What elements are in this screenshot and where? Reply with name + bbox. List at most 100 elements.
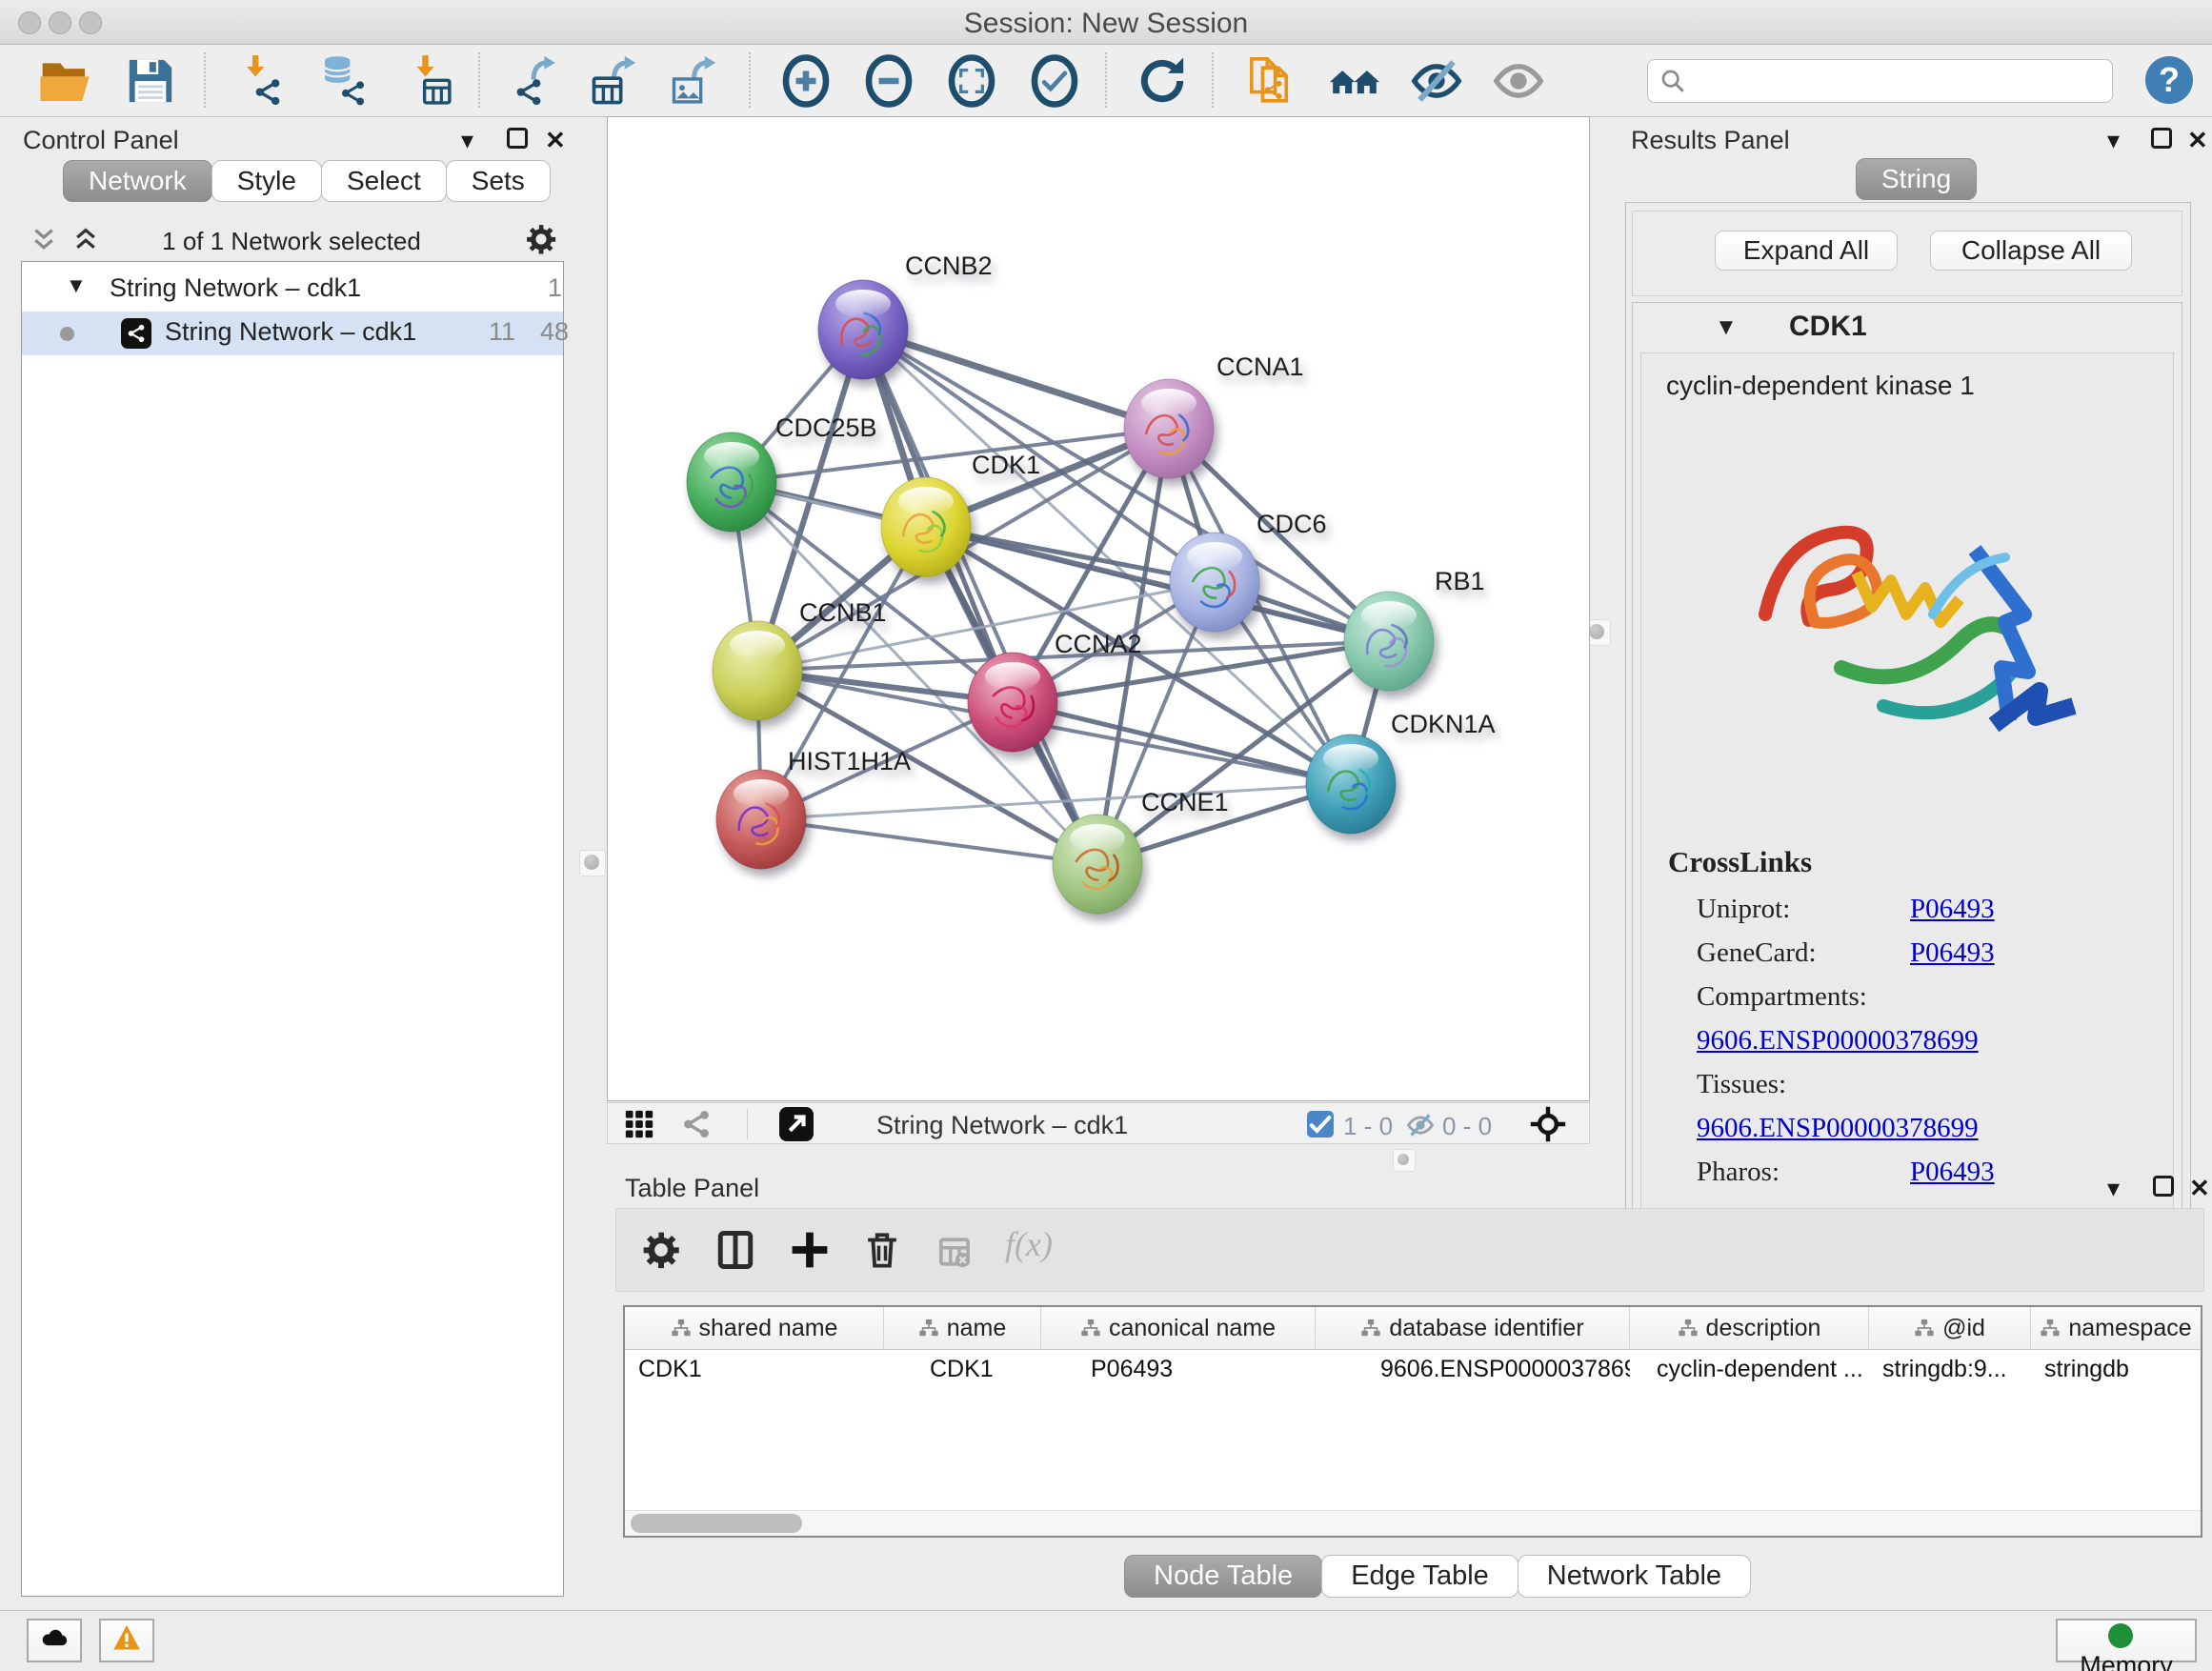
export-image-button[interactable] <box>665 52 722 110</box>
network-node-ccna2[interactable]: CCNA2 <box>968 630 1142 752</box>
network-node-cdkn1a[interactable]: CDKN1A <box>1306 710 1496 834</box>
expand-all-button[interactable]: Expand All <box>1715 231 1898 271</box>
birds-eye-view-button[interactable] <box>623 1108 655 1140</box>
column-header-database-identifier[interactable]: database identifier <box>1316 1307 1630 1349</box>
function-builder-button[interactable]: f(x) <box>1005 1224 1053 1264</box>
results-close-button[interactable]: ✕ <box>2187 128 2208 152</box>
results-float-button[interactable] <box>2151 128 2172 149</box>
network-node-cdc25b[interactable]: CDC25B <box>687 413 877 532</box>
tab-style[interactable]: Style <box>211 160 322 202</box>
delete-table-button[interactable] <box>936 1236 973 1268</box>
help-button[interactable]: ? <box>2145 56 2193 104</box>
import-network-button[interactable] <box>232 52 290 110</box>
zoom-out-button[interactable] <box>860 52 917 110</box>
network-node-ccnb1[interactable]: CCNB1 <box>713 598 887 720</box>
warnings-button[interactable] <box>99 1619 154 1662</box>
column-header-id[interactable]: @id <box>1869 1307 2031 1349</box>
collapse-all-button[interactable]: Collapse All <box>1930 231 2132 271</box>
horizontal-scrollbar[interactable] <box>625 1510 2201 1536</box>
cell-canonical-name[interactable]: P06493 <box>1041 1350 1316 1390</box>
network-edge[interactable] <box>863 330 1169 429</box>
table-row[interactable]: CDK1 CDK1 P06493 9606.ENSP00000378699 cy… <box>625 1350 2201 1390</box>
network-overview-button[interactable] <box>680 1108 713 1140</box>
network-node-ccne1[interactable]: CCNE1 <box>1053 788 1229 914</box>
zoom-in-button[interactable] <box>777 52 835 110</box>
results-menu-button[interactable]: ▾ <box>2107 128 2120 152</box>
network-graph[interactable]: CCNB2CCNA1CDC25BCDK1CDC6RB1CCNB1CCNA2CDK… <box>608 117 1589 1100</box>
cell-shared-name[interactable]: CDK1 <box>625 1350 884 1390</box>
network-edge[interactable] <box>1013 702 1351 784</box>
open-in-new-window-button[interactable] <box>779 1107 814 1141</box>
network-options-gear-button[interactable] <box>524 223 558 257</box>
cloud-status-button[interactable] <box>27 1619 82 1662</box>
protein-structure-image <box>1708 439 2089 820</box>
selected-checkbox-icon[interactable] <box>1307 1111 1334 1137</box>
cell-id[interactable]: stringdb:9... <box>1869 1350 2031 1390</box>
cell-database-identifier[interactable]: 9606.ENSP00000378699 <box>1316 1350 1630 1390</box>
hide-selected-button[interactable] <box>1408 52 1465 110</box>
import-network-from-database-button[interactable] <box>314 52 372 110</box>
fit-content-button[interactable] <box>943 52 1000 110</box>
export-network-button[interactable] <box>507 52 564 110</box>
network-edge[interactable] <box>761 819 1097 864</box>
export-image-icon <box>667 54 720 108</box>
panel-close-button[interactable]: ✕ <box>545 128 566 152</box>
network-node-ccna1[interactable]: CCNA1 <box>1124 352 1304 478</box>
cell-description[interactable]: cyclin-dependent ... <box>1630 1350 1869 1390</box>
import-table-button[interactable] <box>400 52 457 110</box>
refresh-button[interactable] <box>1134 52 1191 110</box>
column-header-namespace[interactable]: namespace <box>2031 1307 2201 1349</box>
home-button[interactable] <box>1326 52 1383 110</box>
clone-network-button[interactable] <box>1240 52 1297 110</box>
create-column-button[interactable] <box>790 1230 830 1270</box>
tab-select[interactable]: Select <box>321 160 447 202</box>
column-header-canonical-name[interactable]: canonical name <box>1041 1307 1316 1349</box>
open-session-button[interactable] <box>36 52 93 110</box>
cell-name[interactable]: CDK1 <box>884 1350 1041 1390</box>
zoom-selected-button[interactable] <box>1026 52 1083 110</box>
network-row-selected[interactable]: String Network – cdk1 11 48 <box>22 312 563 355</box>
save-session-button[interactable] <box>122 52 179 110</box>
table-options-gear-button[interactable] <box>641 1230 681 1270</box>
column-header-shared-name[interactable]: shared name <box>625 1307 884 1349</box>
collection-expander-icon[interactable]: ▼ <box>66 273 87 298</box>
cell-namespace[interactable]: stringdb <box>2031 1350 2201 1390</box>
tab-network-table[interactable]: Network Table <box>1518 1555 1751 1598</box>
column-header-name[interactable]: name <box>884 1307 1041 1349</box>
crosslink-uniprot[interactable]: P06493 <box>1910 894 1995 924</box>
export-table-button[interactable] <box>585 52 642 110</box>
database-import-icon <box>316 54 370 108</box>
fit-selected-button[interactable] <box>1530 1106 1566 1142</box>
column-header-description[interactable]: description <box>1630 1307 1869 1349</box>
memory-button[interactable]: Memory <box>2056 1619 2197 1662</box>
scrollbar-thumb[interactable] <box>631 1514 802 1533</box>
panel-menu-button[interactable]: ▾ <box>461 128 473 152</box>
left-splitter-handle[interactable] <box>579 850 606 876</box>
horizontal-splitter-handle[interactable] <box>1393 1149 1416 1172</box>
tab-edge-table[interactable]: Edge Table <box>1321 1555 1518 1598</box>
results-tabs: String <box>1856 158 1976 200</box>
crosslink-genecard[interactable]: P06493 <box>1910 937 1995 968</box>
show-all-button[interactable] <box>1490 52 1547 110</box>
tab-sets[interactable]: Sets <box>446 160 551 202</box>
network-edge[interactable] <box>863 330 1097 864</box>
table-panel-float-button[interactable] <box>2153 1176 2174 1197</box>
panel-float-button[interactable] <box>507 128 528 149</box>
network-node-rb1[interactable]: RB1 <box>1344 567 1485 691</box>
table-panel-close-button[interactable]: ✕ <box>2189 1176 2210 1200</box>
delete-column-button[interactable] <box>862 1230 902 1270</box>
network-view-canvas[interactable]: CCNB2CCNA1CDC25BCDK1CDC6RB1CCNB1CCNA2CDK… <box>607 116 1590 1101</box>
crosslink-compartments[interactable]: 9606.ENSP00000378699 <box>1697 1025 1979 1056</box>
show-columns-button[interactable] <box>715 1230 755 1270</box>
node-label: CCNB2 <box>905 252 993 280</box>
eye-icon <box>1492 54 1545 108</box>
search-input[interactable] <box>1698 64 2101 98</box>
section-collapse-icon[interactable]: ▼ <box>1715 314 1738 341</box>
network-node-hist1h1a[interactable]: HIST1H1A <box>716 747 911 869</box>
network-collection-row[interactable]: ▼ String Network – cdk1 1 <box>22 268 563 312</box>
tab-node-table[interactable]: Node Table <box>1124 1555 1322 1598</box>
crosslink-tissues[interactable]: 9606.ENSP00000378699 <box>1697 1113 1979 1143</box>
table-panel-menu-button[interactable]: ▾ <box>2107 1176 2120 1200</box>
tab-network[interactable]: Network <box>63 160 212 202</box>
tab-string[interactable]: String <box>1856 158 1977 200</box>
